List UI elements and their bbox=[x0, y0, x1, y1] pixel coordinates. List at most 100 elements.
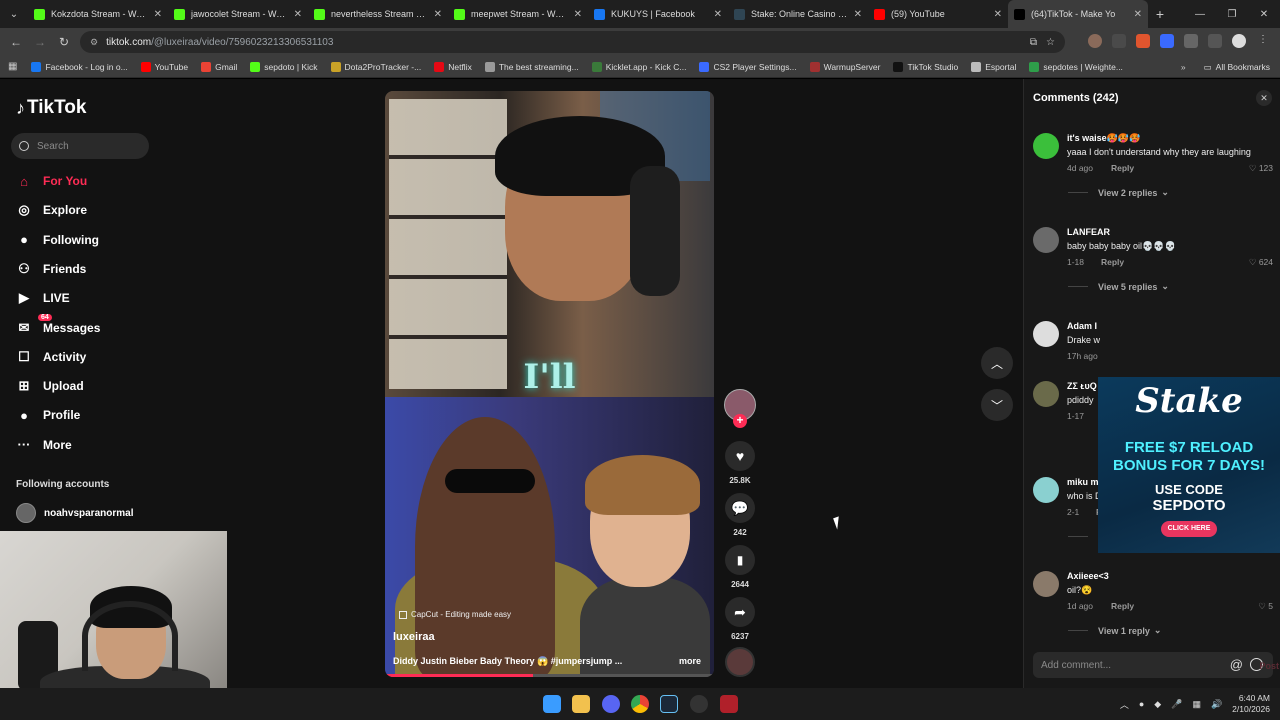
apps-grid-icon[interactable]: ▦ bbox=[8, 61, 17, 72]
bookmark-item[interactable]: sepdoto | Kick bbox=[250, 61, 318, 72]
obs-icon[interactable] bbox=[690, 695, 708, 713]
close-tab-icon[interactable]: ✕ bbox=[434, 9, 442, 20]
extension-icon[interactable] bbox=[1088, 34, 1102, 48]
bookmark-item[interactable]: Kicklet.app - Kick C... bbox=[591, 61, 686, 72]
nav-item-live[interactable]: ▶ LIVE bbox=[16, 290, 70, 306]
comment-author[interactable]: Axiieee<3 bbox=[1067, 571, 1109, 581]
windows-start-icon[interactable] bbox=[543, 695, 561, 713]
tray-app-icon[interactable]: ◆ bbox=[1154, 699, 1161, 710]
video-player[interactable]: I'll CapCut - Editing made easy luxeiraa… bbox=[385, 91, 714, 677]
view-replies-button[interactable]: View 5 replies ⌄ bbox=[1068, 281, 1169, 292]
nav-item-messages[interactable]: ✉ 64 Messages bbox=[16, 313, 100, 336]
dota-icon[interactable] bbox=[720, 695, 738, 713]
avatar[interactable] bbox=[1033, 133, 1059, 159]
reply-button[interactable]: Reply bbox=[1111, 163, 1134, 173]
nav-item-explore[interactable]: ◎ Explore bbox=[16, 202, 87, 218]
avatar[interactable] bbox=[1033, 477, 1059, 503]
close-tab-icon[interactable]: ✕ bbox=[294, 9, 302, 20]
avatar[interactable] bbox=[1033, 571, 1059, 597]
nav-item-friends[interactable]: ⚇ Friends bbox=[16, 261, 86, 277]
search-input[interactable]: Search bbox=[11, 133, 149, 159]
bookmark-item[interactable]: Dota2ProTracker -... bbox=[330, 61, 421, 72]
nav-item-profile[interactable]: ● Profile bbox=[16, 407, 80, 423]
bookmark-item[interactable]: WarmupServer bbox=[809, 61, 880, 72]
save-button[interactable]: ▮ bbox=[725, 545, 755, 575]
nav-item-more[interactable]: ··· More bbox=[16, 437, 72, 453]
like-button[interactable]: ♥ bbox=[725, 441, 755, 471]
video-progress-bar[interactable] bbox=[385, 674, 714, 677]
all-bookmarks[interactable]: » ▭ All Bookmarks bbox=[1181, 56, 1270, 78]
follow-plus-icon[interactable]: + bbox=[733, 414, 747, 428]
mention-icon[interactable]: @ bbox=[1230, 657, 1243, 672]
minimize-button[interactable]: — bbox=[1184, 9, 1216, 20]
comment-author[interactable]: Adam I bbox=[1067, 321, 1097, 331]
clock[interactable]: 6:40 AM 2/10/2026 bbox=[1232, 693, 1270, 715]
avatar[interactable] bbox=[1033, 381, 1059, 407]
next-video-button[interactable]: ﹀ bbox=[981, 389, 1013, 421]
comment-button[interactable]: 💬 bbox=[725, 493, 755, 523]
close-tab-icon[interactable]: ✕ bbox=[1134, 9, 1142, 20]
previous-video-button[interactable]: ︿ bbox=[981, 347, 1013, 379]
bookmark-item[interactable]: sepdotes | Weighte... bbox=[1029, 61, 1123, 72]
reply-button[interactable]: Reply bbox=[1111, 601, 1134, 611]
extensions-puzzle-icon[interactable] bbox=[1184, 34, 1198, 48]
address-bar[interactable]: ⚙ tiktok.com/@luxeiraa/video/75960232133… bbox=[80, 31, 1065, 53]
comment-author[interactable]: it's waise🥵🥵🥵 bbox=[1067, 133, 1140, 144]
microphone-icon[interactable]: 🎤 bbox=[1171, 699, 1182, 710]
comment-like-button[interactable]: ♡ 5 bbox=[1258, 601, 1273, 612]
bookmark-item[interactable]: TikTok Studio bbox=[893, 61, 958, 72]
chevron-right-icon[interactable]: » bbox=[1181, 62, 1186, 72]
tiktok-logo[interactable]: ♪ TikTok bbox=[16, 97, 86, 119]
tab-search-button[interactable]: ⌄ bbox=[0, 0, 28, 28]
chevron-up-icon[interactable]: ︿ bbox=[1120, 698, 1129, 711]
tab-search-icon[interactable] bbox=[1208, 34, 1222, 48]
avatar[interactable] bbox=[1033, 227, 1059, 253]
install-app-icon[interactable]: ⧉ bbox=[1030, 37, 1037, 48]
reload-button[interactable]: ↻ bbox=[52, 35, 76, 49]
share-button[interactable]: ➦ bbox=[725, 597, 755, 627]
reply-button[interactable]: Reply bbox=[1101, 257, 1124, 267]
stake-ad-overlay[interactable]: Stake FREE $7 RELOAD BONUS FOR 7 DAYS! U… bbox=[1098, 377, 1280, 553]
browser-tab[interactable]: Kokzdota Stream - Watch ✕ bbox=[28, 0, 168, 28]
bookmark-item[interactable]: CS2 Player Settings... bbox=[699, 61, 797, 72]
capcut-badge[interactable]: CapCut - Editing made easy bbox=[399, 610, 511, 619]
add-comment-input[interactable]: Add comment... @ bbox=[1033, 652, 1273, 678]
steam-icon[interactable] bbox=[660, 695, 678, 713]
close-tab-icon[interactable]: ✕ bbox=[714, 9, 722, 20]
new-tab-button[interactable]: + bbox=[1148, 6, 1172, 22]
network-icon[interactable]: ▦ bbox=[1192, 699, 1201, 710]
close-comments-button[interactable]: ✕ bbox=[1256, 90, 1272, 106]
close-window-button[interactable]: ✕ bbox=[1248, 9, 1280, 20]
forward-button[interactable]: → bbox=[28, 35, 52, 49]
extension-icon[interactable] bbox=[1160, 34, 1174, 48]
browser-menu-icon[interactable]: ⋮ bbox=[1256, 34, 1270, 48]
close-tab-icon[interactable]: ✕ bbox=[994, 9, 1002, 20]
close-tab-icon[interactable]: ✕ bbox=[574, 9, 582, 20]
browser-tab[interactable]: (64)TikTok - Make Yo ✕ bbox=[1008, 0, 1148, 28]
close-tab-icon[interactable]: ✕ bbox=[154, 9, 162, 20]
view-replies-button[interactable]: View 2 replies ⌄ bbox=[1068, 187, 1169, 198]
extension-icon[interactable] bbox=[1136, 34, 1150, 48]
avatar[interactable] bbox=[1033, 321, 1059, 347]
bookmark-item[interactable]: YouTube bbox=[140, 61, 188, 72]
more-button[interactable]: more bbox=[679, 656, 701, 666]
file-explorer-icon[interactable] bbox=[572, 695, 590, 713]
ad-cta-button[interactable]: CLICK HERE bbox=[1161, 521, 1217, 537]
back-button[interactable]: ← bbox=[4, 35, 28, 49]
site-info-icon[interactable]: ⚙ bbox=[90, 37, 98, 48]
nav-item-for-you[interactable]: ⌂ For You bbox=[16, 173, 87, 189]
browser-tab[interactable]: jawocolet Stream - Watch ✕ bbox=[168, 0, 308, 28]
comment-author[interactable]: ZΣ ᴌᴜQ bbox=[1067, 381, 1097, 391]
bookmark-item[interactable]: Gmail bbox=[201, 61, 237, 72]
following-account-item[interactable]: noahvsparanormal bbox=[16, 503, 133, 523]
nav-item-upload[interactable]: ⊞ Upload bbox=[16, 378, 84, 394]
close-tab-icon[interactable]: ✕ bbox=[854, 9, 862, 20]
post-button[interactable]: Post bbox=[1259, 661, 1279, 671]
comment-like-button[interactable]: ♡ 123 bbox=[1249, 163, 1273, 174]
view-replies-button[interactable]: View 1 reply ⌄ bbox=[1068, 625, 1161, 636]
bookmark-item[interactable]: The best streaming... bbox=[484, 61, 579, 72]
bookmark-star-icon[interactable]: ☆ bbox=[1046, 37, 1055, 48]
bookmark-item[interactable]: Facebook - Log in o... bbox=[31, 61, 128, 72]
browser-tab[interactable]: Stake: Online Casino & Sp ✕ bbox=[728, 0, 868, 28]
browser-tab[interactable]: KUKUYS | Facebook ✕ bbox=[588, 0, 728, 28]
